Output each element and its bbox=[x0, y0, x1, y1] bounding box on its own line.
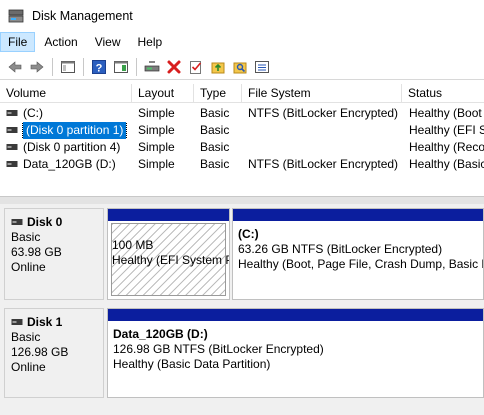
menu-action[interactable]: Action bbox=[36, 32, 85, 52]
volume-row[interactable]: (Disk 0 partition 4) Simple Basic Health… bbox=[0, 139, 484, 156]
disk-type: Basic bbox=[11, 330, 41, 344]
partition-stripe bbox=[108, 209, 229, 221]
menu-file[interactable]: File bbox=[0, 32, 36, 52]
view-list-icon[interactable] bbox=[251, 56, 273, 78]
partition-name: (C:) bbox=[238, 227, 259, 241]
layout-cell: Simple bbox=[138, 140, 175, 154]
partition-size: 63.26 GB NTFS (BitLocker Encrypted) bbox=[238, 242, 443, 256]
volume-row[interactable]: Data_120GB (D:) Simple Basic NTFS (BitLo… bbox=[0, 156, 484, 173]
toolbar-separator bbox=[52, 57, 53, 76]
partition-efi[interactable]: 100 MB Healthy (EFI System P bbox=[107, 208, 230, 300]
column-header-layout[interactable]: Layout bbox=[132, 84, 194, 103]
file-system-cell bbox=[248, 122, 402, 139]
back-arrow-icon[interactable] bbox=[4, 56, 26, 78]
disk-graphical-view: Disk 0 Basic 63.98 GB Online 100 MB Heal… bbox=[0, 204, 484, 415]
status-cell: Healthy (Boot bbox=[409, 106, 482, 120]
partition-status: Healthy (Basic Data Partition) bbox=[113, 357, 271, 371]
volume-cell: (Disk 0 partition 1) bbox=[6, 122, 132, 139]
disk-row: Disk 0 Basic 63.98 GB Online 100 MB Heal… bbox=[0, 208, 484, 300]
partition-status: Healthy (EFI System P bbox=[112, 253, 229, 267]
partition-info: 100 MB Healthy (EFI System P bbox=[108, 221, 229, 268]
disk-name: Disk 0 bbox=[27, 215, 63, 229]
volume-cell: (Disk 0 partition 4) bbox=[6, 139, 132, 156]
column-header-status[interactable]: Status bbox=[402, 84, 484, 103]
volume-name: (Disk 0 partition 4) bbox=[23, 140, 121, 154]
toolbar: ? bbox=[0, 54, 484, 80]
search-folder-icon[interactable] bbox=[229, 56, 251, 78]
partition-size: 126.98 GB NTFS (BitLocker Encrypted) bbox=[113, 342, 324, 356]
open-folder-icon[interactable] bbox=[207, 56, 229, 78]
partition-stripe bbox=[108, 309, 483, 321]
disk-size: 126.98 GB bbox=[11, 345, 69, 359]
disk-row: Disk 1 Basic 126.98 GB Online Data_120GB… bbox=[0, 308, 484, 398]
type-cell: Basic bbox=[200, 123, 230, 137]
file-system-cell: NTFS (BitLocker Encrypted) bbox=[248, 157, 399, 171]
title-bar: Disk Management bbox=[0, 0, 484, 31]
volume-row[interactable]: (C:) Simple Basic NTFS (BitLocker Encryp… bbox=[0, 105, 484, 122]
volume-cell: Data_120GB (D:) bbox=[6, 156, 132, 173]
column-header-type[interactable]: Type bbox=[194, 84, 242, 103]
partition-c[interactable]: (C:) 63.26 GB NTFS (BitLocker Encrypted)… bbox=[232, 208, 484, 300]
status-cell: Healthy (Reco bbox=[409, 140, 484, 154]
partition-stripe bbox=[233, 209, 483, 221]
disk-title: Disk 1 bbox=[11, 315, 103, 330]
pane-splitter[interactable] bbox=[0, 196, 484, 204]
disk-state: Online bbox=[11, 260, 46, 274]
disk-title: Disk 0 bbox=[11, 215, 103, 230]
disk-icon bbox=[11, 215, 23, 230]
volume-name-selected: (Disk 0 partition 1) bbox=[21, 122, 128, 139]
disk-size: 63.98 GB bbox=[11, 245, 62, 259]
volume-name: (C:) bbox=[23, 106, 43, 120]
volume-disk-icon bbox=[6, 139, 18, 156]
show-hide-action-pane-icon[interactable] bbox=[110, 56, 132, 78]
menu-bar: File Action View Help bbox=[0, 31, 484, 53]
volume-disk-icon bbox=[6, 122, 18, 139]
volume-disk-icon bbox=[6, 105, 18, 122]
partition-size: 100 MB bbox=[112, 238, 154, 252]
layout-cell: Simple bbox=[138, 157, 175, 171]
type-cell: Basic bbox=[200, 140, 230, 154]
toolbar-separator bbox=[136, 57, 137, 76]
partition-info: Data_120GB (D:) 126.98 GB NTFS (BitLocke… bbox=[108, 321, 483, 372]
column-header-volume[interactable]: Volume bbox=[0, 84, 132, 103]
partition-status: Healthy (Boot, Page File, Crash Dump, Ba… bbox=[238, 257, 483, 271]
partition-name: Data_120GB (D:) bbox=[113, 327, 208, 341]
disk-label[interactable]: Disk 0 Basic 63.98 GB Online bbox=[4, 208, 104, 300]
menu-view[interactable]: View bbox=[87, 32, 129, 52]
disk-state: Online bbox=[11, 360, 46, 374]
layout-cell: Simple bbox=[138, 106, 175, 120]
type-cell: Basic bbox=[200, 106, 230, 120]
menu-help[interactable]: Help bbox=[130, 32, 171, 52]
show-hide-console-tree-icon[interactable] bbox=[57, 56, 79, 78]
file-system-cell: NTFS (BitLocker Encrypted) bbox=[248, 106, 399, 120]
disk-label[interactable]: Disk 1 Basic 126.98 GB Online bbox=[4, 308, 104, 398]
help-icon[interactable]: ? bbox=[88, 56, 110, 78]
volume-list-header: Volume Layout Type File System Status bbox=[0, 84, 484, 103]
disk-management-app-icon bbox=[8, 8, 24, 24]
status-cell: Healthy (EFI Sy bbox=[409, 123, 484, 137]
disk-type: Basic bbox=[11, 230, 41, 244]
svg-text:?: ? bbox=[96, 62, 103, 74]
volume-name: Data_120GB (D:) bbox=[23, 157, 116, 171]
column-header-file-system[interactable]: File System bbox=[242, 84, 402, 103]
forward-arrow-icon[interactable] bbox=[26, 56, 48, 78]
layout-cell: Simple bbox=[138, 123, 175, 137]
connect-disk-icon[interactable] bbox=[141, 56, 163, 78]
volume-list: Volume Layout Type File System Status (C… bbox=[0, 84, 484, 196]
disk-icon bbox=[11, 315, 23, 330]
volume-disk-icon bbox=[6, 156, 18, 173]
delete-red-x-icon[interactable] bbox=[163, 56, 185, 78]
toolbar-separator bbox=[83, 57, 84, 76]
file-system-cell bbox=[248, 139, 402, 156]
volume-row[interactable]: (Disk 0 partition 1) Simple Basic Health… bbox=[0, 122, 484, 139]
partition-data-d[interactable]: Data_120GB (D:) 126.98 GB NTFS (BitLocke… bbox=[107, 308, 484, 398]
properties-checklist-icon[interactable] bbox=[185, 56, 207, 78]
window-title: Disk Management bbox=[32, 8, 133, 23]
disk-name: Disk 1 bbox=[27, 315, 63, 329]
type-cell: Basic bbox=[200, 157, 230, 171]
partition-info: (C:) 63.26 GB NTFS (BitLocker Encrypted)… bbox=[233, 221, 483, 272]
volume-cell: (C:) bbox=[6, 105, 132, 122]
status-cell: Healthy (Basic bbox=[409, 157, 484, 171]
